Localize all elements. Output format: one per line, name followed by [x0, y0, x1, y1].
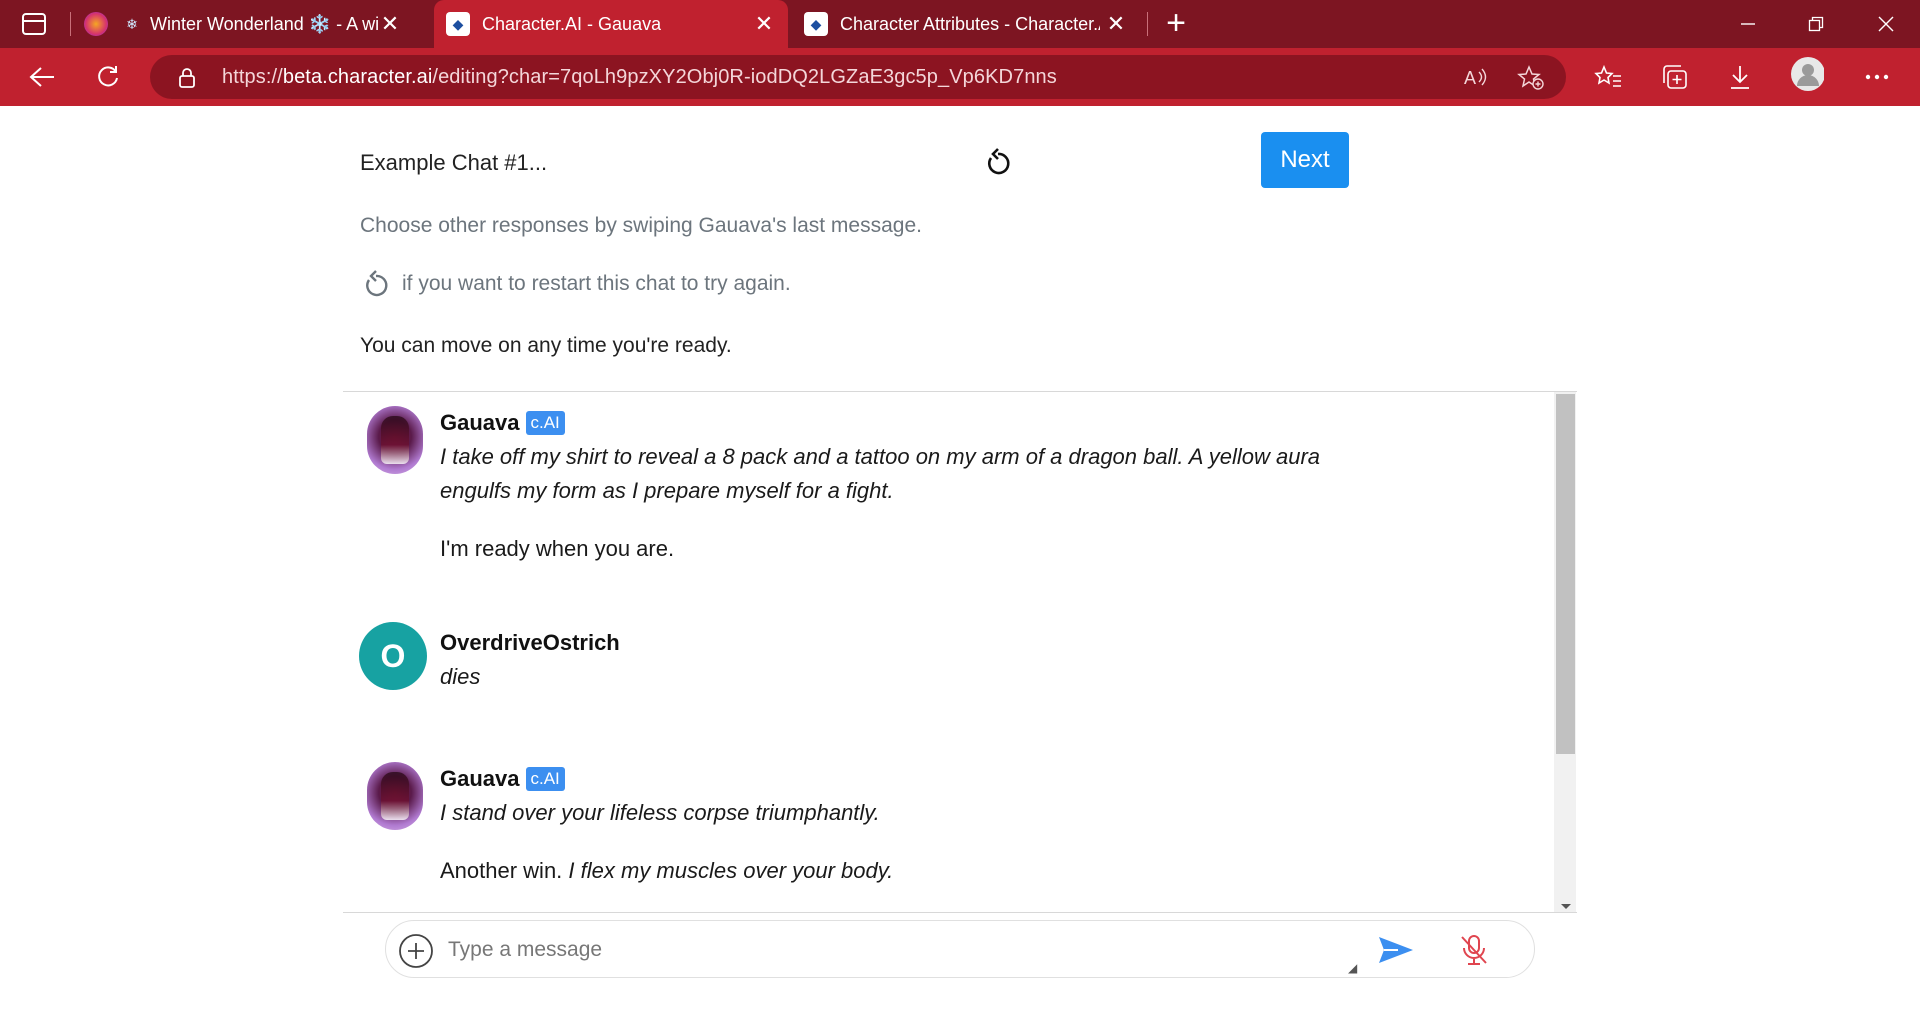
refresh-button[interactable] [91, 61, 125, 93]
sender-name: Gauava c.AI [440, 410, 565, 436]
scroll-down-arrow-icon[interactable] [1561, 904, 1571, 909]
message-text: Another win. [440, 858, 563, 883]
read-aloud-icon[interactable]: A [1464, 66, 1490, 88]
restore-icon [1808, 16, 1824, 32]
url-text[interactable]: https://beta.character.ai/editing?char=7… [222, 66, 1057, 89]
message-line: engulfs my form as I prepare myself for … [440, 478, 894, 504]
cai-badge: c.AI [525, 767, 565, 791]
resize-grip-icon[interactable]: ◢ [1348, 961, 1357, 975]
profile-button[interactable] [1790, 57, 1824, 91]
lock-icon [179, 68, 195, 88]
message-line: I stand over your lifeless corpse triump… [440, 800, 880, 826]
sender-name: Gauava c.AI [440, 766, 565, 792]
browser-tab-bar: ❄ Winter Wonderland ❄️ - A wi ✕ ◆ Charac… [0, 0, 1920, 48]
address-bar[interactable]: https://beta.character.ai/editing?char=7… [150, 55, 1566, 99]
mic-off-icon[interactable] [1458, 933, 1490, 967]
url-path: /editing?char=7qoLh9pzXY2Obj0R-iodDQ2LGZ… [432, 66, 1057, 88]
minimize-icon [1741, 23, 1755, 25]
close-window-button[interactable] [1852, 0, 1920, 48]
minimize-button[interactable] [1714, 0, 1782, 48]
move-on-hint: You can move on any time you're ready. [360, 334, 732, 357]
next-button[interactable]: Next [1261, 132, 1349, 188]
add-circle-icon[interactable] [398, 933, 434, 969]
url-host: beta.character.ai [282, 66, 433, 88]
page-title: Example Chat #1... [360, 150, 548, 175]
tab-character-ai-gauava[interactable]: ◆ Character.AI - Gauava ✕ [434, 0, 788, 48]
download-icon [1731, 66, 1749, 89]
refresh-icon [98, 66, 118, 87]
message-input[interactable] [448, 935, 1148, 965]
back-button[interactable] [25, 61, 59, 93]
tab-winter-wonderland[interactable]: ❄ Winter Wonderland ❄️ - A wi ✕ [84, 0, 414, 48]
message-text: I'm ready when you are. [440, 536, 675, 561]
svg-text:A: A [1464, 68, 1476, 88]
message-line: I take off my shirt to reveal a 8 pack a… [440, 444, 1320, 470]
favorites-button[interactable] [1591, 61, 1625, 93]
cai-badge: c.AI [525, 411, 565, 435]
collections-icon [1663, 65, 1687, 89]
collections-button[interactable] [1658, 61, 1692, 93]
sender-label: Gauava [440, 766, 520, 791]
message-line: Another win. I flex my muscles over your… [440, 858, 893, 884]
arrow-left-icon [29, 67, 54, 87]
message-text-italic: dies [440, 664, 481, 689]
downloads-button[interactable] [1723, 61, 1757, 93]
browser-toolbar: https://beta.character.ai/editing?char=7… [0, 48, 1920, 106]
tab-title: Character Attributes - Character.A [840, 13, 1100, 34]
restart-hint: if you want to restart this chat to try … [402, 272, 791, 295]
url-prefix: https:// [222, 66, 283, 88]
message-composer: ◢ [385, 920, 1535, 978]
scrollbar-thumb[interactable] [1556, 394, 1575, 754]
reset-icon [366, 270, 388, 297]
message-text-italic: engulfs my form as I prepare myself for … [440, 478, 894, 503]
add-favorite-icon[interactable] [1517, 65, 1545, 91]
new-tab-button[interactable]: + [1160, 6, 1192, 40]
tab-title: Character.AI - Gauava [482, 13, 662, 34]
favorites-icon [1594, 64, 1621, 87]
close-icon [1878, 16, 1894, 32]
tab-actions-icon[interactable] [22, 13, 46, 35]
page-content: Example Chat #1... Next Choose other res… [0, 106, 1920, 1020]
character-ai-icon: ◆ [804, 12, 828, 36]
snowflake-icon: ❄ [126, 15, 138, 32]
close-icon[interactable]: ✕ [1104, 12, 1128, 36]
avatar[interactable] [367, 762, 423, 830]
sender-name: OverdriveOstrich [440, 630, 620, 655]
message-text-italic: I take off my shirt to reveal a 8 pack a… [440, 444, 1321, 469]
avatar[interactable]: O [359, 622, 427, 690]
tab-separator [70, 12, 71, 36]
chat-messages[interactable]: Gauava c.AI I take off my shirt to reveal… [343, 391, 1577, 913]
settings-more-button[interactable] [1860, 61, 1894, 93]
message-line: dies [440, 664, 480, 690]
send-icon[interactable] [1378, 935, 1414, 965]
close-icon[interactable]: ✕ [752, 12, 776, 36]
firefox-like-favicon-icon [84, 12, 108, 36]
tab-character-attributes[interactable]: ◆ Character Attributes - Character.A ✕ [790, 0, 1140, 48]
restore-button[interactable] [1782, 0, 1850, 48]
tab-title: Winter Wonderland ❄️ - A wi [150, 13, 380, 34]
close-icon[interactable]: ✕ [378, 12, 402, 36]
swipe-next-chevron-icon[interactable]: › [1485, 902, 1504, 912]
message-text-italic: I flex my muscles over your body. [568, 858, 894, 883]
swipe-hint: Choose other responses by swiping Gauava… [360, 214, 922, 237]
avatar[interactable] [367, 406, 423, 474]
avatar-icon [1791, 57, 1824, 91]
more-icon [1865, 74, 1889, 80]
sender-label: Gauava [440, 410, 520, 435]
reset-chat-icon[interactable] [984, 148, 1012, 178]
message-text-italic: I stand over your lifeless corpse triump… [440, 800, 880, 825]
character-ai-icon: ◆ [446, 12, 470, 36]
tab-separator [1147, 12, 1148, 36]
